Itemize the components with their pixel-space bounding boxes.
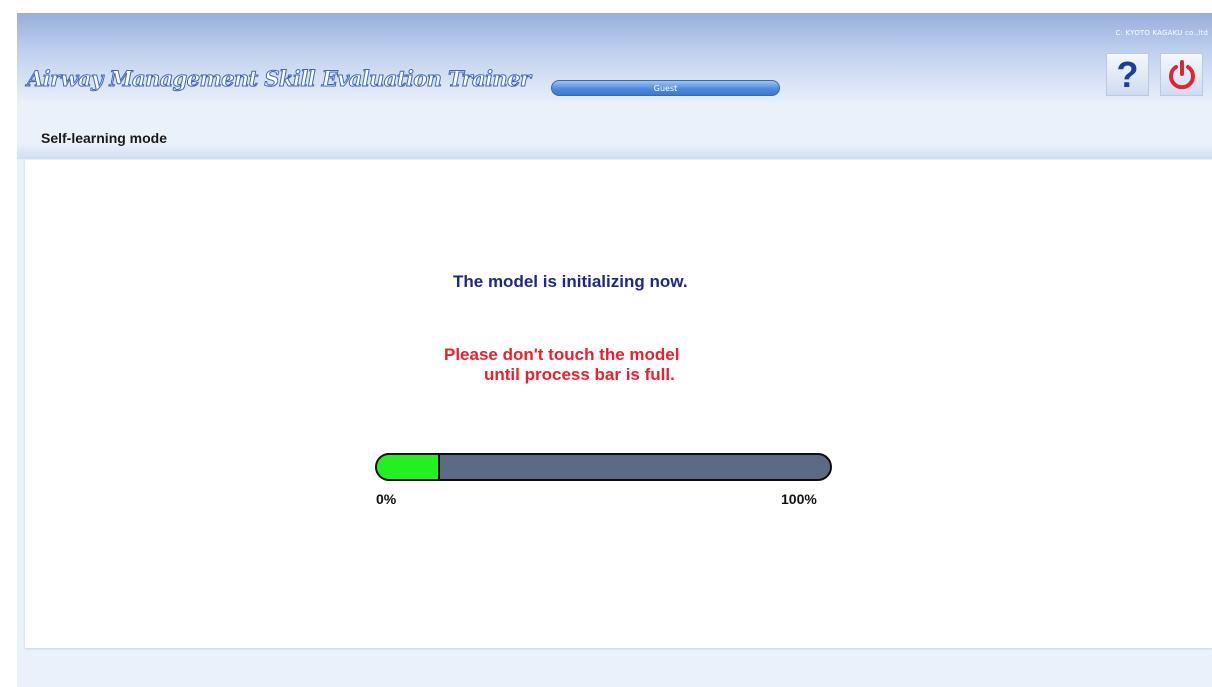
status-message: The model is initializing now. (453, 272, 688, 291)
warning-line-1: Please don't touch the model (444, 345, 680, 364)
content-panel (25, 160, 1212, 648)
help-button[interactable]: ? (1106, 53, 1149, 96)
header-bar: C: KYOTO KAGAKU co.,ltd Airway Managemen… (17, 13, 1212, 101)
warning-line-2: until process bar is full. (484, 365, 675, 384)
copyright-text: C: KYOTO KAGAKU co.,ltd (1115, 29, 1208, 37)
question-mark-icon: ? (1116, 53, 1139, 95)
mode-bar (17, 122, 1212, 159)
power-icon (1168, 59, 1195, 89)
power-button[interactable] (1160, 53, 1203, 96)
progress-max-label: 100% (781, 491, 817, 507)
user-badge: Guest (551, 80, 780, 96)
mode-title: Self-learning mode (41, 130, 168, 146)
progress-bar (375, 453, 832, 481)
warning-message: Please don't touch the model until proce… (444, 345, 679, 385)
progress-fill (377, 455, 441, 479)
app-title: Airway Management Skill Evaluation Train… (26, 66, 531, 92)
progress-min-label: 0% (376, 491, 397, 507)
